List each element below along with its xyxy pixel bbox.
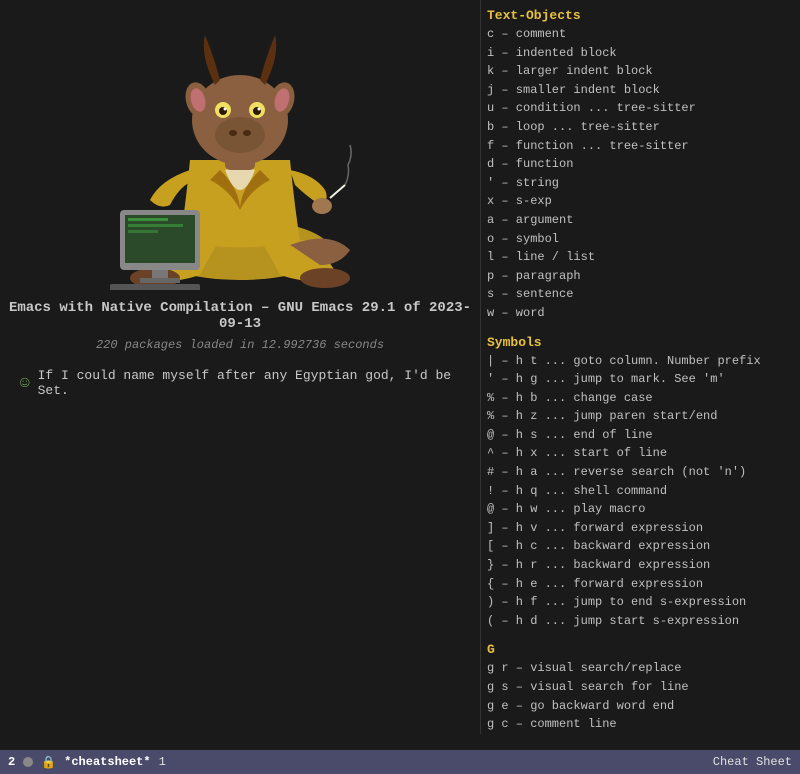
ref-line: ! – h q ... shell command — [487, 482, 792, 501]
message-line: ☺ If I could name myself after any Egypt… — [0, 368, 480, 398]
section-title-text-objects: Text-Objects — [487, 8, 792, 23]
ref-line: x – s-exp — [487, 192, 792, 211]
ref-line: d – function — [487, 155, 792, 174]
packages-info: 220 packages loaded in 12.992736 seconds — [96, 338, 384, 352]
ref-line: % – h z ... jump paren start/end — [487, 407, 792, 426]
status-lock-icon: 🔒 — [41, 755, 56, 770]
ref-line: u – condition ... tree-sitter — [487, 99, 792, 118]
status-pos: 1 — [159, 755, 166, 769]
status-dot — [23, 757, 33, 767]
ref-line: ' – string — [487, 174, 792, 193]
ref-line: p – paragraph — [487, 267, 792, 286]
ref-line: g c – comment line — [487, 715, 792, 734]
status-num: 2 — [8, 755, 15, 769]
message-text: If I could name myself after any Egyptia… — [38, 368, 460, 398]
ref-line: g r – visual search/replace — [487, 659, 792, 678]
ref-line: f – function ... tree-sitter — [487, 137, 792, 156]
ref-line: o – symbol — [487, 230, 792, 249]
right-panel[interactable]: Text-Objects c – comment i – indented bl… — [480, 0, 800, 734]
ref-line: g e – go backward word end — [487, 697, 792, 716]
ref-line: c – comment — [487, 25, 792, 44]
ref-line: | – h t ... goto column. Number prefix — [487, 352, 792, 371]
ref-line: } – h r ... backward expression — [487, 556, 792, 575]
status-bufname: *cheatsheet* — [64, 755, 150, 769]
ref-line: w – word — [487, 304, 792, 323]
ref-line: b – loop ... tree-sitter — [487, 118, 792, 137]
ref-line: @ – h w ... play macro — [487, 500, 792, 519]
ref-line: ^ – h x ... start of line — [487, 444, 792, 463]
section-title-symbols: Symbols — [487, 335, 792, 350]
ref-line: i – indented block — [487, 44, 792, 63]
ref-line: a – argument — [487, 211, 792, 230]
ref-line: ] – h v ... forward expression — [487, 519, 792, 538]
smiley-icon: ☺ — [20, 374, 30, 392]
left-panel: Emacs with Native Compilation – GNU Emac… — [0, 0, 480, 774]
ref-line: # – h a ... reverse search (not 'n') — [487, 463, 792, 482]
status-right-label: Cheat Sheet — [713, 755, 792, 769]
ref-line: @ – h s ... end of line — [487, 426, 792, 445]
ref-line: k – larger indent block — [487, 62, 792, 81]
ref-line: ( – h d ... jump start s-expression — [487, 612, 792, 631]
ref-line: s – sentence — [487, 285, 792, 304]
gnu-mascot — [90, 10, 390, 290]
ref-line: % – h b ... change case — [487, 389, 792, 408]
ref-line: { – h e ... forward expression — [487, 575, 792, 594]
ref-line: [ – h c ... backward expression — [487, 537, 792, 556]
ref-line: j – smaller indent block — [487, 81, 792, 100]
status-bar: 2 🔒 *cheatsheet* 1 Cheat Sheet — [0, 750, 800, 774]
ref-line: g s – visual search for line — [487, 678, 792, 697]
ref-line: ) – h f ... jump to end s-expression — [487, 593, 792, 612]
section-title-g: G — [487, 642, 792, 657]
ref-line: ' – h g ... jump to mark. See 'm' — [487, 370, 792, 389]
ref-line: l – line / list — [487, 248, 792, 267]
emacs-title: Emacs with Native Compilation – GNU Emac… — [0, 300, 480, 332]
